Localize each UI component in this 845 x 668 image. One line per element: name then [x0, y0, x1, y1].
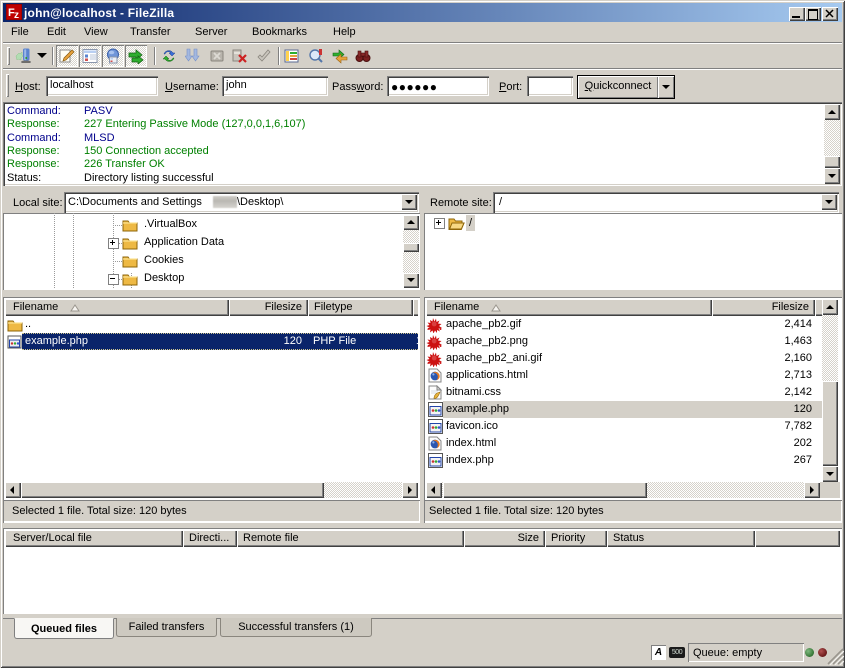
svg-text:z: z — [14, 10, 19, 20]
